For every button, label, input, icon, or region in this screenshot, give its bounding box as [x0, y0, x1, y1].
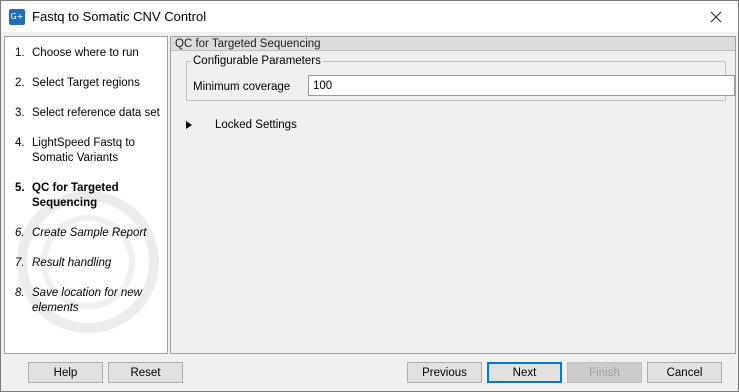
triangle-right-icon [186, 121, 192, 129]
window-title: Fastq to Somatic CNV Control [32, 9, 207, 24]
locked-settings-toggle[interactable]: Locked Settings [186, 119, 297, 131]
step-item-2: 2. Select Target regions [15, 76, 165, 91]
step-label: Result handling [32, 257, 112, 269]
previous-button[interactable]: Previous [407, 362, 482, 383]
step-label: Select Target regions [32, 77, 140, 89]
step-item-3: 3. Select reference data set [15, 106, 165, 121]
step-label: LightSpeed Fastq to Somatic Variants [32, 137, 135, 164]
wizard-steps-panel: 1. Choose where to run 2. Select Target … [4, 36, 168, 354]
step-number: 1. [15, 47, 25, 59]
group-title: Configurable Parameters [191, 54, 323, 68]
step-item-4: 4. LightSpeed Fastq to Somatic Variants [15, 136, 165, 166]
minimum-coverage-input[interactable] [308, 75, 735, 96]
step-item-8: 8. Save location for new elements [15, 286, 165, 316]
step-item-7: 7. Result handling [15, 256, 165, 271]
section-title: QC for Targeted Sequencing [171, 37, 735, 51]
help-button[interactable]: Help [28, 362, 103, 383]
step-item-6: 6. Create Sample Report [15, 226, 165, 241]
step-label: Choose where to run [32, 47, 139, 59]
configurable-parameters-group: Configurable Parameters Minimum coverage [186, 54, 735, 101]
step-number: 2. [15, 77, 25, 89]
dialog-window: G+ Fastq to Somatic CNV Control 1. Choos… [0, 0, 739, 392]
step-number: 7. [15, 257, 25, 269]
minimum-coverage-label: Minimum coverage [193, 81, 291, 93]
close-icon [710, 11, 722, 22]
step-number: 4. [15, 137, 25, 149]
step-number: 5. [15, 182, 25, 194]
next-button[interactable]: Next [487, 362, 562, 383]
finish-button[interactable]: Finish [567, 362, 642, 383]
title-bar: G+ Fastq to Somatic CNV Control [1, 1, 738, 32]
step-item-5: 5. QC for Targeted Sequencing [15, 181, 165, 211]
cancel-button[interactable]: Cancel [647, 362, 722, 383]
step-item-1: 1. Choose where to run [15, 46, 165, 61]
app-logo-icon: G+ [9, 8, 25, 25]
reset-button[interactable]: Reset [108, 362, 183, 383]
step-label: Create Sample Report [32, 227, 147, 239]
close-button[interactable] [694, 1, 738, 32]
step-label: Save location for new elements [32, 287, 142, 314]
step-label: QC for Targeted Sequencing [32, 182, 119, 209]
step-number: 6. [15, 227, 25, 239]
step-content-panel: QC for Targeted Sequencing Configurable … [170, 36, 736, 354]
locked-settings-label: Locked Settings [215, 119, 297, 131]
step-number: 3. [15, 107, 25, 119]
step-number: 8. [15, 287, 25, 299]
step-label: Select reference data set [32, 107, 160, 119]
